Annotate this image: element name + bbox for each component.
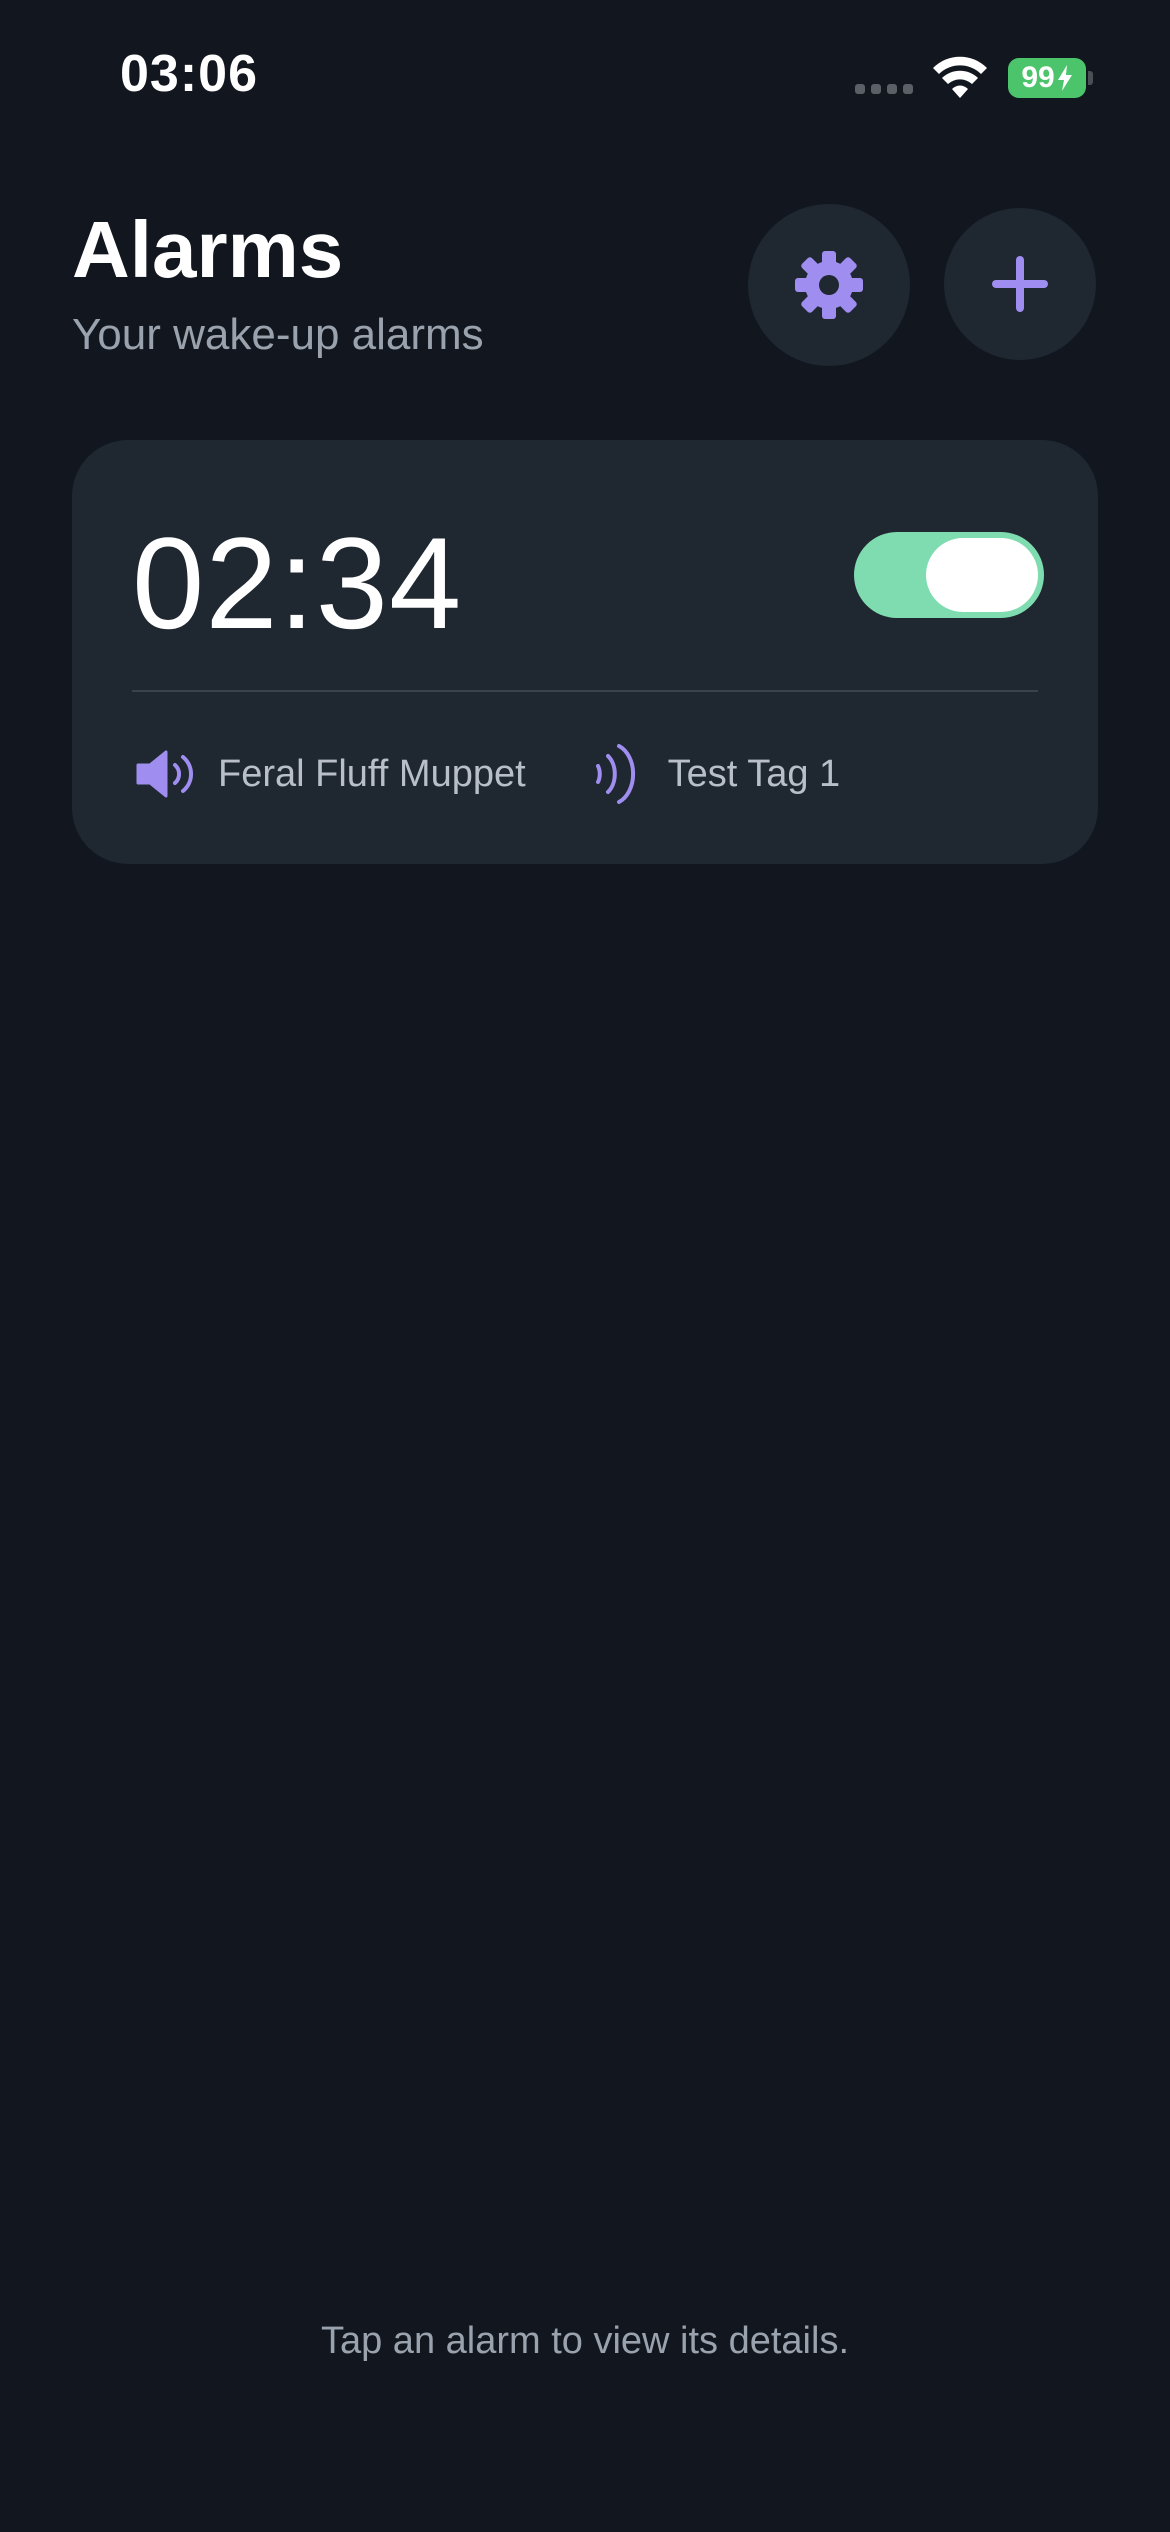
alarm-card[interactable]: 02:34 Feral Fluff Muppet Test Tag 1: [72, 440, 1098, 864]
alarm-tag-label: Test Tag 1: [667, 752, 841, 795]
speaker-icon: [132, 742, 196, 806]
page-subtitle: Your wake-up alarms: [72, 310, 484, 359]
add-alarm-button[interactable]: [944, 208, 1096, 360]
status-time: 03:06: [120, 45, 258, 103]
status-bar: 03:06 99: [0, 0, 1170, 150]
gear-icon: [795, 251, 863, 319]
battery-level: 99: [1021, 61, 1055, 94]
alarm-sound: Feral Fluff Muppet: [132, 742, 526, 806]
alarm-sound-label: Feral Fluff Muppet: [218, 752, 526, 795]
alarm-time: 02:34: [132, 510, 463, 656]
divider: [132, 690, 1038, 692]
empty-hint-text: Tap an alarm to view its details.: [320, 2320, 849, 2362]
wifi-icon: [933, 56, 987, 98]
battery-nub: [1088, 71, 1093, 85]
toggle-knob: [926, 538, 1038, 612]
page-title: Alarms: [72, 205, 344, 294]
page-header: Alarms Your wake-up alarms: [72, 200, 484, 362]
alarm-enabled-toggle[interactable]: [854, 532, 1044, 618]
plus-icon: [992, 256, 1048, 312]
alarm-tag: Test Tag 1: [582, 742, 841, 806]
alarm-meta: Feral Fluff Muppet Test Tag 1: [132, 738, 896, 810]
battery-indicator: 99: [1008, 58, 1086, 98]
nfc-icon: [582, 742, 646, 806]
charging-bolt-icon: [1057, 65, 1072, 91]
settings-button[interactable]: [748, 204, 910, 366]
cellular-signal-icon: [855, 84, 915, 96]
